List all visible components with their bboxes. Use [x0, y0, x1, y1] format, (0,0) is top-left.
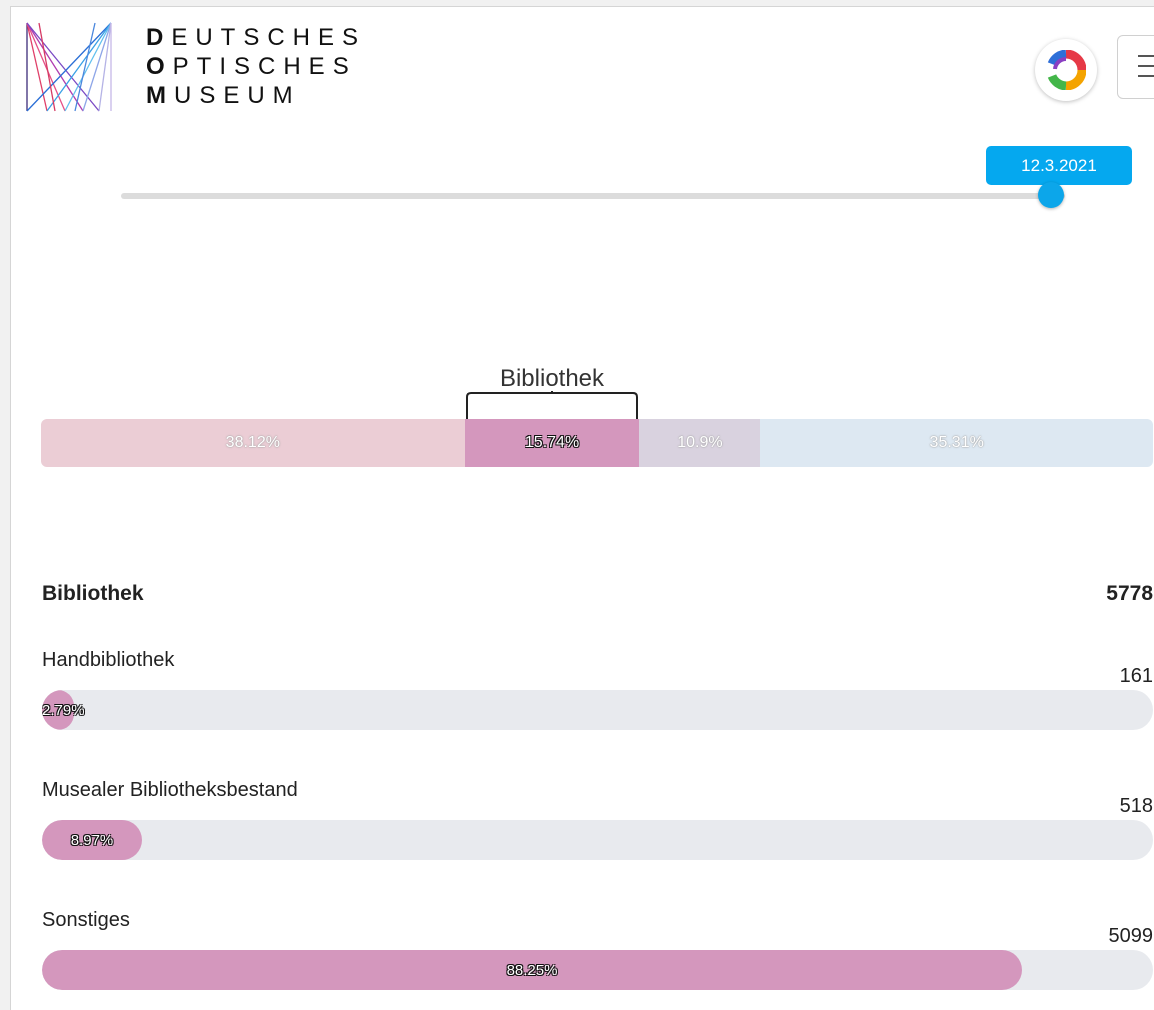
category-total: 5778	[1106, 582, 1153, 605]
museum-wordmark: DEUTSCHES OPTISCHES MUSEUM	[146, 23, 366, 110]
date-slider[interactable]	[121, 182, 1065, 208]
row-progress-track: 8.97%	[42, 820, 1153, 860]
row-label: Handbibliothek	[42, 649, 175, 671]
row-percent: 2.79%	[42, 701, 85, 719]
row-progress-track: 2.79%	[42, 690, 1153, 730]
overview-stacked-bar: 38.12% 15.74% 10.9% 35.31%	[41, 419, 1153, 467]
segment-bracket	[466, 391, 638, 420]
row-label: Musealer Bibliotheksbestand	[42, 779, 298, 801]
row-count: 161	[1119, 665, 1153, 687]
category-title: Bibliothek	[42, 582, 144, 605]
hamburger-icon	[1138, 55, 1154, 85]
slider-thumb[interactable]	[1038, 182, 1064, 208]
row-progress-fill: 88.25%	[42, 950, 1022, 990]
page: DEUTSCHES OPTISCHES MUSEUM 12.3.2021 Bib…	[10, 6, 1154, 1010]
brand-button[interactable]	[1035, 39, 1097, 101]
selected-segment-label: Bibliothek	[499, 365, 605, 392]
category-header: Bibliothek 5778	[42, 582, 1153, 612]
wordmark-line-1: DEUTSCHES	[146, 24, 367, 51]
overview-segment[interactable]: 38.12%	[41, 419, 465, 467]
dom-logo-icon[interactable]	[25, 21, 113, 113]
row-count: 5099	[1108, 925, 1154, 947]
overview-segment[interactable]: 10.9%	[639, 419, 761, 467]
row-percent: 8.97%	[70, 831, 114, 849]
menu-button[interactable]	[1117, 35, 1154, 99]
segment-bibliothek[interactable]: 15.74%	[464, 419, 640, 467]
row-count: 518	[1119, 795, 1153, 817]
slider-track[interactable]	[121, 193, 1065, 199]
row-progress-fill: 2.79%	[42, 690, 85, 730]
row-label: Sonstiges	[42, 909, 130, 931]
color-ring-icon	[1047, 50, 1086, 90]
row-percent: 88.25%	[506, 961, 558, 979]
wordmark-line-2: OPTISCHES	[146, 53, 357, 80]
overview-segment[interactable]: 35.31%	[760, 419, 1153, 467]
wordmark-line-3: MUSEUM	[146, 82, 301, 109]
row-progress-fill: 8.97%	[42, 820, 142, 860]
row-progress-track: 88.25%	[42, 950, 1153, 990]
slider-date-tooltip: 12.3.2021	[986, 146, 1132, 185]
